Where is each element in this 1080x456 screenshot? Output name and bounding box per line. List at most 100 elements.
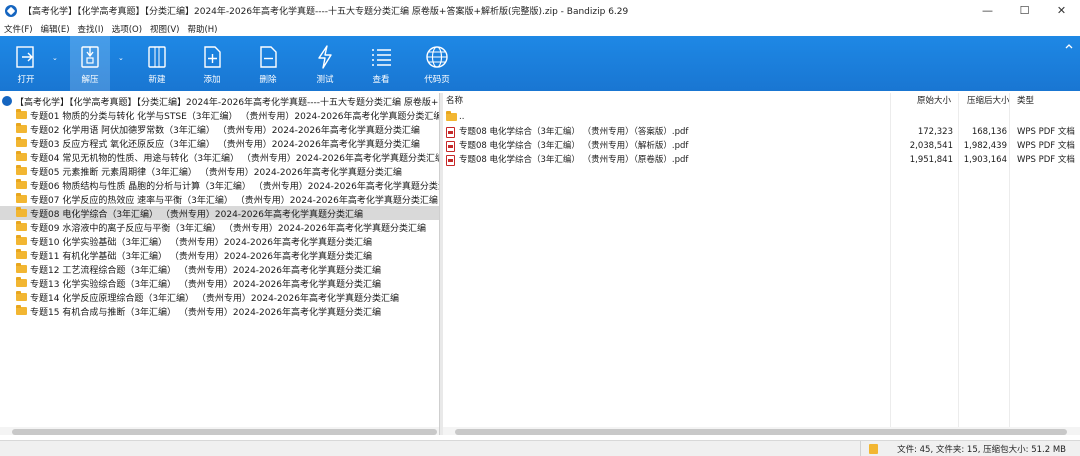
column-name[interactable]: 名称 [446, 93, 463, 109]
tree-scroll-thumb[interactable] [12, 429, 437, 435]
delete-label: 删除 [259, 75, 277, 85]
delete-file-icon [260, 46, 277, 68]
new-archive-icon [148, 46, 166, 68]
folder-tree: 【高考化学】【化学高考真题】【分类汇编】2024年-2026年高考化学真题---… [0, 93, 440, 435]
open-label: 打开 [17, 75, 35, 85]
folder-icon [16, 123, 27, 133]
file-name: 专题08 电化学综合（3年汇编） （贵州专用）（答案版）.pdf [459, 127, 689, 137]
folder-icon [16, 305, 27, 315]
tree-item[interactable]: 专题11 有机化学基础（3年汇编） （贵州专用）2024-2026年高考化学真题… [0, 248, 439, 262]
tree-item[interactable]: 专题06 物质结构与性质 晶胞的分析与计算（3年汇编） （贵州专用）2024-2… [0, 178, 440, 192]
delete-button[interactable]: 删除 [248, 36, 288, 91]
test-button[interactable]: 测试 [305, 36, 345, 91]
collapse-toolbar-icon[interactable] [1064, 42, 1074, 52]
status-divider [860, 441, 861, 456]
add-label: 添加 [203, 75, 221, 85]
menu-file[interactable]: 文件(F) [4, 23, 33, 35]
file-packed-size: 1,982,439 [963, 141, 1007, 151]
codepage-button[interactable]: 代码页 [417, 36, 457, 91]
new-label: 新建 [148, 75, 166, 85]
tree-item[interactable]: 专题02 化学用语 阿伏加德罗常数（3年汇编） （贵州专用）2024-2026年… [0, 122, 439, 136]
file-type: WPS PDF 文档 [1017, 127, 1075, 137]
extract-label: 解压 [81, 75, 99, 85]
close-button[interactable]: ✕ [1043, 0, 1080, 21]
file-original-size: 2,038,541 [909, 141, 953, 151]
menu-bar: 文件(F) 编辑(E) 查找(I) 选项(O) 视图(V) 帮助(H) [0, 21, 1080, 36]
extract-button[interactable]: 解压 [70, 36, 110, 91]
archive-status-icon [869, 444, 878, 454]
tree-item-label: 专题05 元素推断 元素周期律（3年汇编） （贵州专用）2024-2026年高考… [30, 167, 402, 178]
tree-item[interactable]: 专题13 化学实验综合题（3年汇编） （贵州专用）2024-2026年高考化学真… [0, 276, 439, 290]
tree-item-label: 专题11 有机化学基础（3年汇编） （贵州专用）2024-2026年高考化学真题… [30, 251, 372, 262]
globe-icon [426, 46, 448, 68]
list-scroll-thumb[interactable] [455, 429, 1067, 435]
maximize-button[interactable]: ☐ [1006, 0, 1043, 21]
tree-item[interactable]: 专题10 化学实验基础（3年汇编） （贵州专用）2024-2026年高考化学真题… [0, 234, 439, 248]
tree-item[interactable]: 专题05 元素推断 元素周期律（3年汇编） （贵州专用）2024-2026年高考… [0, 164, 439, 178]
file-packed-size: 1,903,164 [963, 155, 1007, 165]
list-item[interactable]: 专题08 电化学综合（3年汇编） （贵州专用）（原卷版）.pdf 1,951,8… [443, 153, 1080, 167]
open-dropdown-icon[interactable]: ⌄ [52, 54, 58, 62]
open-button[interactable]: 打开 [6, 36, 46, 91]
folder-icon [16, 151, 27, 161]
bandizip-app-icon [5, 4, 17, 17]
new-button[interactable]: 新建 [137, 36, 177, 91]
add-button[interactable]: 添加 [192, 36, 232, 91]
folder-icon [16, 193, 27, 203]
list-item[interactable]: 专题08 电化学综合（3年汇编） （贵州专用）（答案版）.pdf 172,323… [443, 125, 1080, 139]
tree-item-label: 专题07 化学反应的热效应 速率与平衡（3年汇编） （贵州专用）2024-202… [30, 195, 438, 206]
minimize-button[interactable]: — [969, 0, 1006, 21]
tree-item[interactable]: 专题09 水溶液中的离子反应与平衡（3年汇编） （贵州专用）2024-2026年… [0, 220, 439, 234]
list-header: 名称 原始大小 压缩后大小 类型 [443, 93, 1080, 109]
tree-list: 专题01 物质的分类与转化 化学与STSE（3年汇编） （贵州专用）2024-2… [0, 108, 440, 318]
status-text: 文件: 45, 文件夹: 15, 压缩包大小: 51.2 MB [897, 445, 1066, 455]
tree-item-label: 专题03 反应方程式 氧化还原反应（3年汇编） （贵州专用）2024-2026年… [30, 139, 420, 150]
window-controls: — ☐ ✕ [969, 0, 1080, 21]
view-label: 查看 [372, 75, 390, 85]
folder-icon [446, 111, 457, 121]
menu-options[interactable]: 选项(O) [112, 23, 142, 35]
tree-item[interactable]: 专题01 物质的分类与转化 化学与STSE（3年汇编） （贵州专用）2024-2… [0, 108, 440, 122]
file-original-size: 172,323 [917, 127, 953, 137]
list-view-icon [372, 49, 391, 66]
tree-root[interactable]: 【高考化学】【化学高考真题】【分类汇编】2024年-2026年高考化学真题---… [2, 94, 439, 108]
file-original-size: 1,951,841 [909, 155, 953, 165]
tree-item[interactable]: 专题03 反应方程式 氧化还原反应（3年汇编） （贵州专用）2024-2026年… [0, 136, 439, 150]
folder-icon [16, 179, 27, 189]
menu-edit[interactable]: 编辑(E) [41, 23, 70, 35]
tree-item-label: 专题04 常见无机物的性质、用途与转化（3年汇编） （贵州专用）2024-202… [30, 153, 440, 164]
list-item[interactable]: 专题08 电化学综合（3年汇编） （贵州专用）（解析版）.pdf 2,038,5… [443, 139, 1080, 153]
tree-item[interactable]: 专题12 工艺流程综合题（3年汇编） （贵州专用）2024-2026年高考化学真… [0, 262, 439, 276]
menu-view[interactable]: 视图(V) [150, 23, 179, 35]
view-button[interactable]: 查看 [361, 36, 401, 91]
extract-icon [81, 46, 99, 68]
tree-item[interactable]: 专题14 化学反应原理综合题（3年汇编） （贵州专用）2024-2026年高考化… [0, 290, 439, 304]
column-type[interactable]: 类型 [1017, 93, 1034, 109]
pdf-icon [446, 155, 455, 166]
column-original-size[interactable]: 原始大小 [917, 93, 951, 109]
file-name: 专题08 电化学综合（3年汇编） （贵州专用）（原卷版）.pdf [459, 155, 689, 165]
pdf-icon [446, 127, 455, 138]
tree-item[interactable]: 专题04 常见无机物的性质、用途与转化（3年汇编） （贵州专用）2024-202… [0, 150, 440, 164]
add-file-icon [204, 46, 221, 68]
list-item-updir[interactable]: .. [443, 110, 1080, 124]
menu-find[interactable]: 查找(I) [78, 23, 104, 35]
menu-help[interactable]: 帮助(H) [187, 23, 217, 35]
file-type: WPS PDF 文档 [1017, 155, 1075, 165]
file-type: WPS PDF 文档 [1017, 141, 1075, 151]
tree-item[interactable]: 专题07 化学反应的热效应 速率与平衡（3年汇编） （贵州专用）2024-202… [0, 192, 439, 206]
folder-icon [16, 137, 27, 147]
tree-item-label: 专题14 化学反应原理综合题（3年汇编） （贵州专用）2024-2026年高考化… [30, 293, 399, 304]
tree-item[interactable]: 专题15 有机合成与推断（3年汇编） （贵州专用）2024-2026年高考化学真… [0, 304, 439, 318]
tree-item-label: 专题01 物质的分类与转化 化学与STSE（3年汇编） （贵州专用）2024-2… [30, 111, 440, 122]
folder-icon [16, 109, 27, 119]
tree-item-selected[interactable]: 专题08 电化学综合（3年汇编） （贵州专用）2024-2026年高考化学真题分… [0, 206, 439, 220]
column-packed-size[interactable]: 压缩后大小 [967, 93, 1010, 109]
window-title: 【高考化学】【化学高考真题】【分类汇编】2024年-2026年高考化学真题---… [23, 7, 629, 17]
extract-dropdown-icon[interactable]: ⌄ [118, 54, 124, 62]
toolbar: 打开 ⌄ 解压 ⌄ 新建 添加 删除 测试 查看 代码页 [0, 36, 1080, 91]
pdf-icon [446, 141, 455, 152]
tree-item-label: 专题06 物质结构与性质 晶胞的分析与计算（3年汇编） （贵州专用）2024-2… [30, 181, 440, 192]
file-list: 名称 原始大小 压缩后大小 类型 .. 专题08 电化学综合（3年汇编） （贵州… [443, 93, 1080, 435]
tree-root-label: 【高考化学】【化学高考真题】【分类汇编】2024年-2026年高考化学真题---… [15, 97, 439, 108]
